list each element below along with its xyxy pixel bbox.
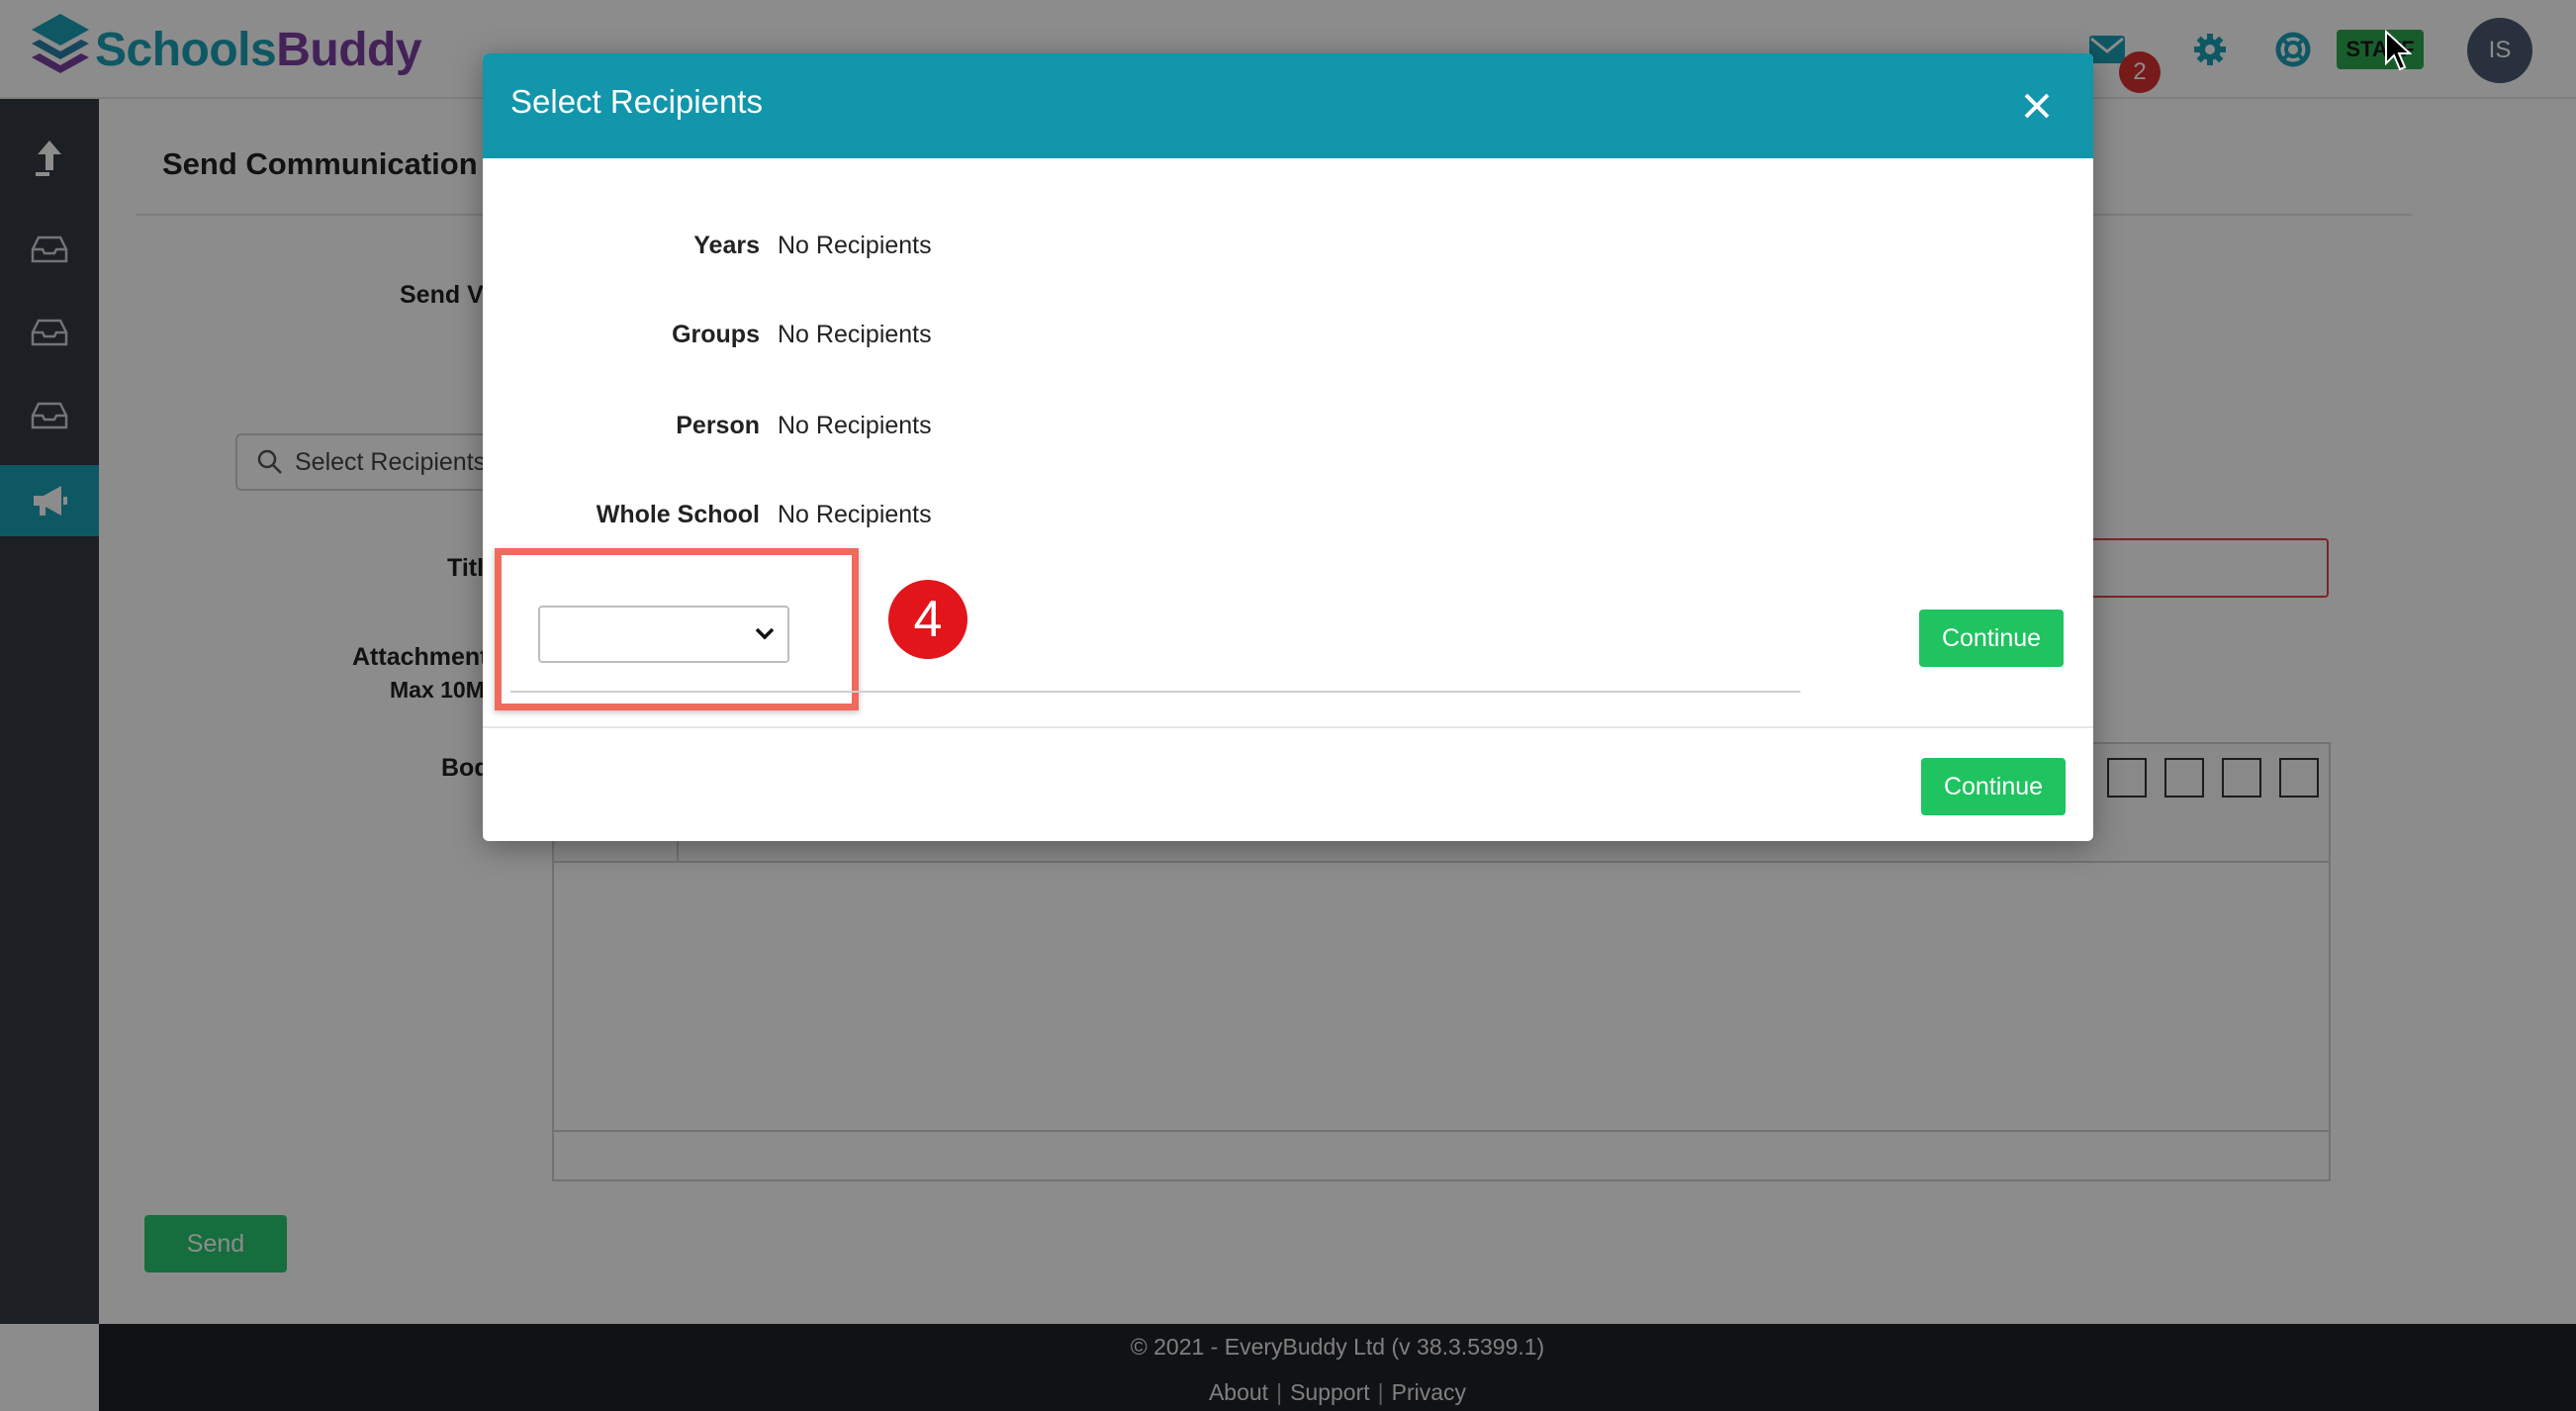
modal-title: Select Recipients	[510, 83, 763, 120]
years-value: No Recipients	[778, 232, 932, 259]
groups-label: Groups	[672, 321, 760, 348]
modal-header: Select Recipients	[483, 53, 2093, 158]
person-label: Person	[676, 412, 760, 439]
whole-school-value: No Recipients	[778, 501, 932, 528]
modal-inner-divider	[510, 691, 1800, 693]
tutorial-step-badge: 4	[888, 580, 967, 659]
tutorial-highlight-box	[495, 548, 859, 710]
continue-button-footer[interactable]: Continue	[1921, 758, 2066, 815]
mouse-cursor-icon	[2385, 30, 2412, 71]
whole-school-label: Whole School	[596, 501, 760, 528]
continue-button-inner[interactable]: Continue	[1919, 610, 2064, 667]
groups-value: No Recipients	[778, 321, 932, 348]
years-label: Years	[693, 232, 760, 259]
person-value: No Recipients	[778, 412, 932, 439]
modal-footer-divider	[483, 726, 2093, 728]
close-icon[interactable]	[2014, 83, 2060, 129]
select-recipients-modal: Select Recipients Years No Recipients Gr…	[483, 53, 2093, 841]
